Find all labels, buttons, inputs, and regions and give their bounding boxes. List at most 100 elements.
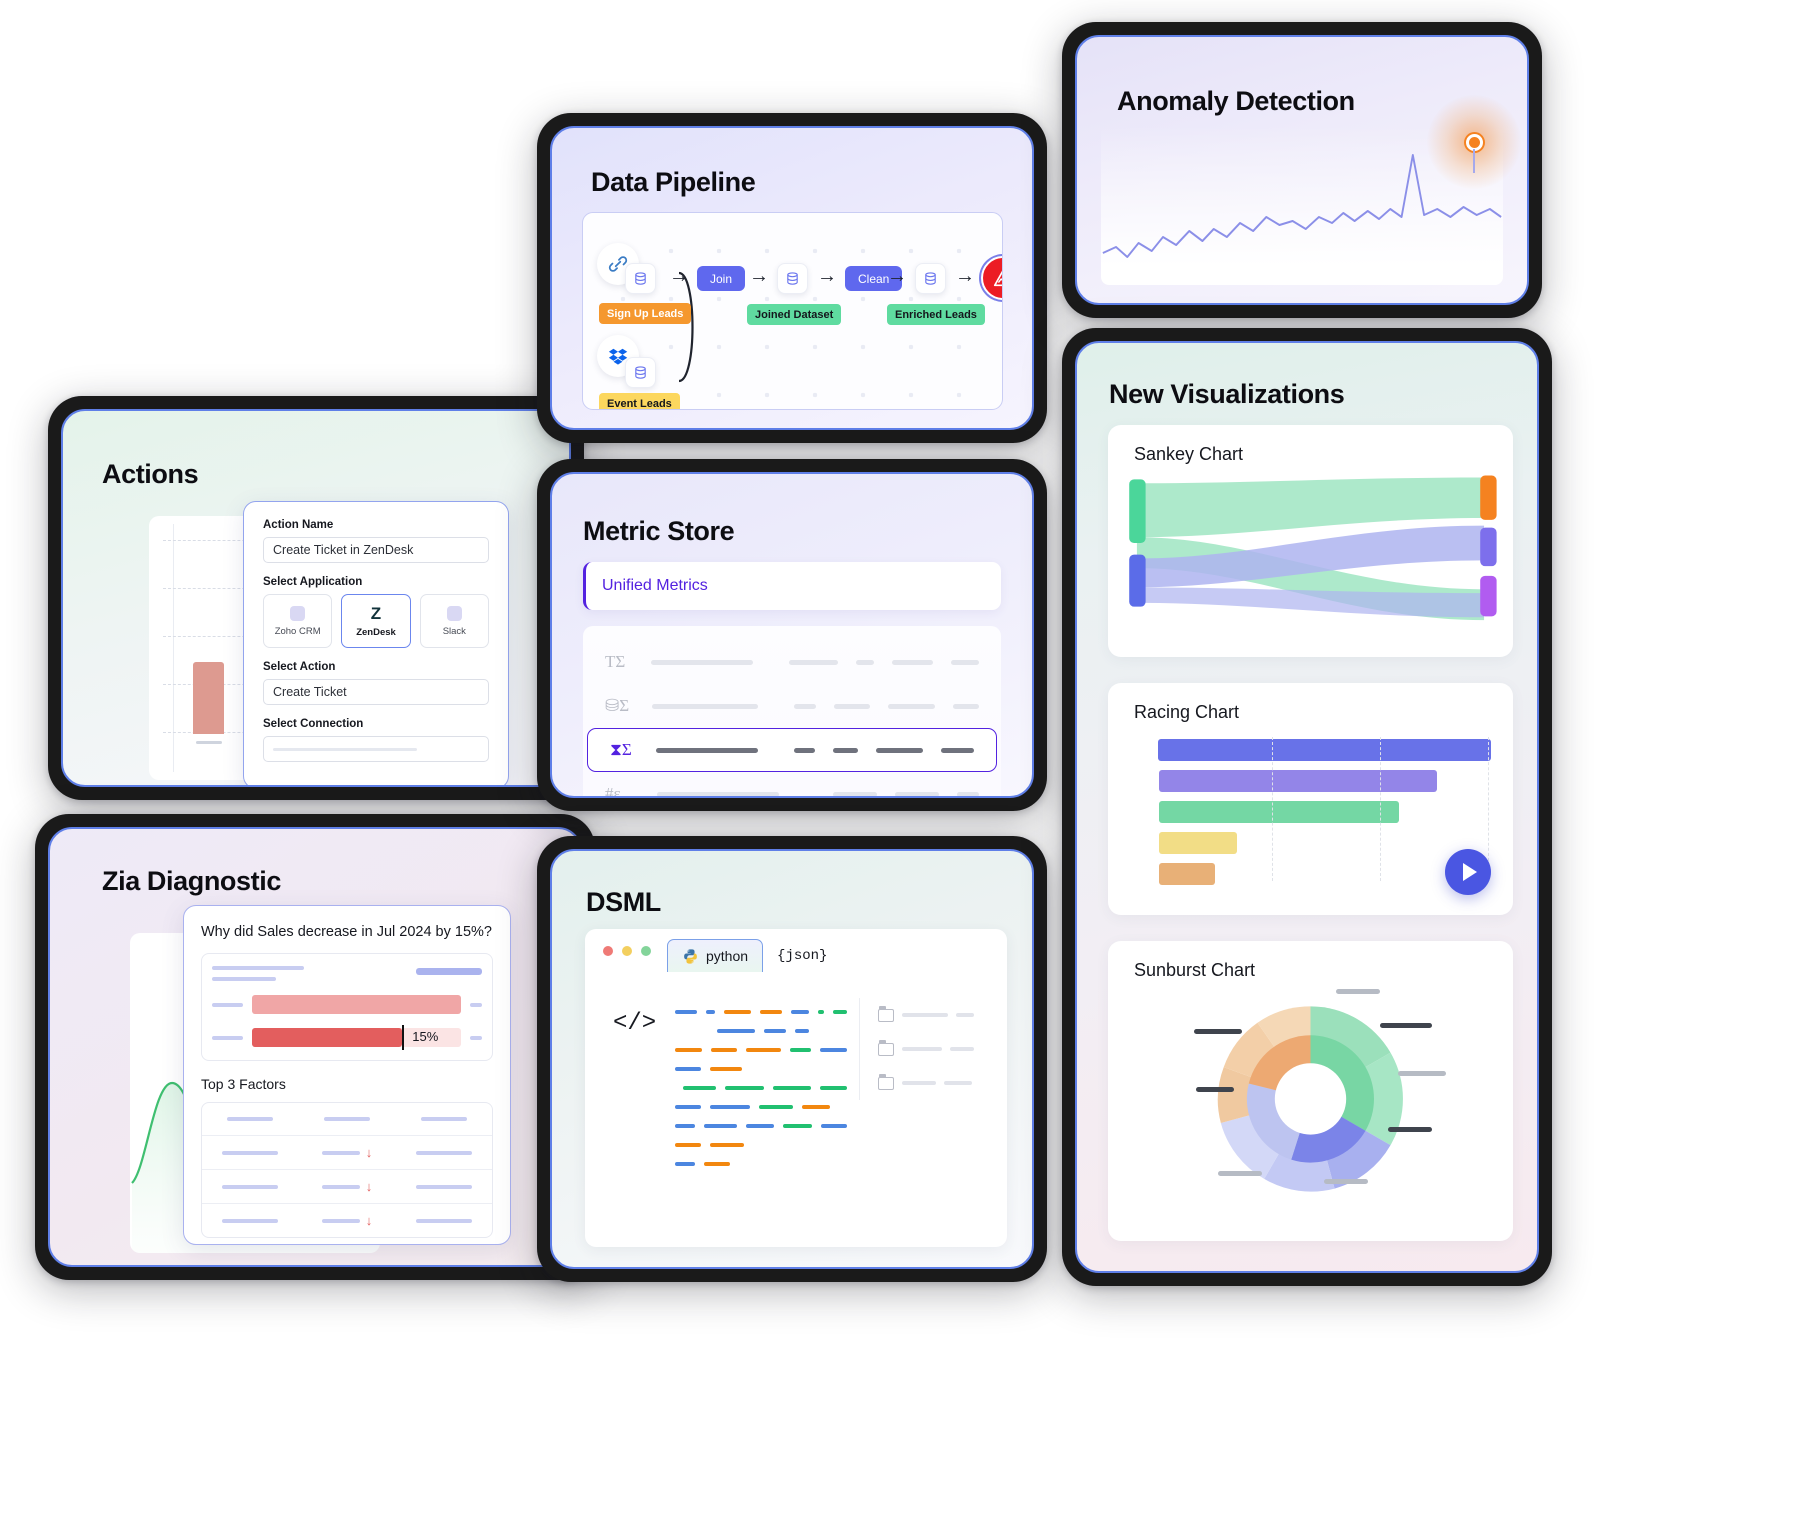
- select-connection-input[interactable]: [263, 736, 489, 762]
- op-join[interactable]: Join: [697, 266, 746, 291]
- json-icon: {json}: [777, 947, 828, 964]
- zia-waterfall: 15%: [201, 953, 493, 1061]
- sankey-node: [1129, 554, 1146, 607]
- arrow-down-icon: ↓: [365, 1179, 373, 1194]
- arrow-down-icon: ↓: [365, 1213, 373, 1228]
- action-config-form: Action Name Create Ticket in ZenDesk Sel…: [243, 501, 509, 785]
- maximize-icon[interactable]: [641, 945, 651, 956]
- actions-panel: Actions Action Name Create Ticket in Zen…: [61, 409, 571, 787]
- sankey-chart-card: Sankey Chart: [1108, 425, 1513, 657]
- row-label-skeleton: [212, 1035, 244, 1040]
- folder-icon: [878, 1005, 894, 1022]
- metric-row-boolean[interactable]: ⛁Σ: [583, 684, 1001, 728]
- tab-python[interactable]: python: [667, 939, 764, 972]
- list-item[interactable]: [878, 1032, 989, 1066]
- window-controls: [603, 929, 651, 972]
- database-icon[interactable]: [625, 263, 656, 294]
- leader-line: [1336, 989, 1380, 994]
- tab-label: python: [706, 948, 749, 964]
- file-explorer: [859, 998, 989, 1100]
- app-option-label: ZenDesk: [356, 626, 396, 638]
- page-title: Actions: [102, 459, 199, 489]
- database-icon[interactable]: [625, 357, 656, 388]
- metric-row-number[interactable]: #ε: [583, 772, 1001, 798]
- metric-value-skeleton: [957, 791, 979, 796]
- x-tick: [196, 741, 222, 744]
- database-icon[interactable]: [777, 263, 808, 294]
- bar: [1159, 770, 1437, 792]
- chip-joined-dataset[interactable]: Joined Dataset: [747, 304, 842, 325]
- app-option-zendesk[interactable]: Z ZenDesk: [341, 594, 411, 648]
- skeleton-line: [212, 966, 304, 970]
- app-option-slack[interactable]: Slack: [419, 594, 489, 648]
- dsml-panel-frame: DSML python {json} </>: [537, 836, 1047, 1282]
- select-action-input[interactable]: Create Ticket: [263, 679, 489, 705]
- boolean-sigma-icon: ⛁Σ: [605, 696, 630, 715]
- metric-value-skeleton: [789, 659, 838, 665]
- top-factors-table: ↓ ↓ ↓: [201, 1102, 493, 1238]
- pipeline-canvas[interactable]: Sign Up Leads Event Leads → Join → Joine…: [582, 212, 1003, 410]
- code-line: [675, 1029, 847, 1033]
- code-area[interactable]: </>: [585, 972, 1007, 1247]
- action-name-input[interactable]: Create Ticket in ZenDesk: [263, 537, 489, 563]
- waterfall-row: [212, 995, 482, 1014]
- bar-drop: [252, 1028, 403, 1047]
- folder-icon: [878, 1039, 894, 1056]
- python-logo-icon: [684, 948, 697, 964]
- arrow-right-icon: →: [749, 265, 769, 287]
- metric-value-skeleton: [950, 659, 979, 665]
- sankey-node: [1480, 575, 1497, 617]
- database-icon[interactable]: [915, 263, 946, 294]
- text-sigma-icon: TΣ: [605, 652, 626, 671]
- metric-name-skeleton: [652, 703, 758, 709]
- code-line: [675, 1048, 848, 1052]
- zia-insight-card: Why did Sales decrease in Jul 2024 by 15…: [183, 905, 511, 1245]
- select-connection-label: Select Connection: [263, 718, 364, 730]
- table-row[interactable]: ↓: [202, 1135, 492, 1169]
- new-visualizations-panel: New Visualizations Sankey Chart Racing C…: [1075, 341, 1539, 1273]
- tab-json[interactable]: {json}: [763, 939, 841, 972]
- code-editor: python {json} </>: [585, 929, 1007, 1247]
- play-button-icon[interactable]: [1445, 849, 1491, 895]
- app-option-label: Zoho CRM: [274, 625, 321, 637]
- anomaly-stem: [1473, 149, 1475, 173]
- list-item[interactable]: [878, 1066, 989, 1100]
- number-sigma-icon: #ε: [605, 784, 621, 798]
- leader-line: [1380, 1023, 1432, 1028]
- app-option-zoho-crm[interactable]: Zoho CRM: [263, 594, 333, 648]
- top-factors-label: Top 3 Factors: [201, 1076, 286, 1092]
- metric-value-skeleton: [834, 703, 871, 709]
- data-pipeline-panel: Data Pipeline Sign Up Leads Event Leads …: [550, 126, 1034, 430]
- metric-value-skeleton: [895, 791, 939, 796]
- arrow-down-icon: ↓: [365, 1145, 373, 1160]
- chip-sign-up-leads[interactable]: Sign Up Leads: [599, 303, 692, 324]
- sankey-node: [1480, 475, 1497, 520]
- minimize-icon[interactable]: [622, 945, 632, 956]
- metric-row-text[interactable]: TΣ: [583, 640, 1001, 684]
- chart-title: Sunburst Chart: [1134, 960, 1256, 980]
- zia-diagnostic-panel-frame: Zia Diagnostic Why did Sales decrease in…: [35, 814, 595, 1280]
- metric-store-panel: Metric Store Unified Metrics TΣ ⛁Σ ⧗Σ #ε: [550, 472, 1034, 798]
- code-brackets-icon: </>: [613, 1010, 657, 1037]
- table-row[interactable]: ↓: [202, 1169, 492, 1203]
- zendesk-logo-icon: Z: [370, 603, 382, 623]
- header-skeleton: [324, 1117, 370, 1121]
- page-title: DSML: [586, 887, 661, 917]
- metric-value-skeleton: [940, 747, 975, 753]
- metric-row-date-selected[interactable]: ⧗Σ: [587, 728, 997, 772]
- tab-unified-metrics[interactable]: Unified Metrics: [583, 562, 1001, 610]
- sankey-chart: [1129, 475, 1497, 621]
- delta-marker: [402, 1025, 405, 1050]
- sunburst-chart: [1217, 1006, 1403, 1192]
- table-row[interactable]: ↓: [202, 1203, 492, 1237]
- page-title: New Visualizations: [1109, 379, 1345, 409]
- page-title: Anomaly Detection: [1117, 86, 1355, 116]
- list-item[interactable]: [878, 998, 989, 1032]
- dsml-panel: DSML python {json} </>: [550, 849, 1034, 1269]
- bar: [193, 662, 224, 734]
- page-title: Data Pipeline: [591, 167, 756, 197]
- chip-enriched-leads[interactable]: Enriched Leads: [887, 304, 985, 325]
- close-icon[interactable]: [603, 945, 613, 956]
- chip-event-leads[interactable]: Event Leads: [599, 393, 680, 409]
- metric-value-skeleton: [833, 791, 877, 796]
